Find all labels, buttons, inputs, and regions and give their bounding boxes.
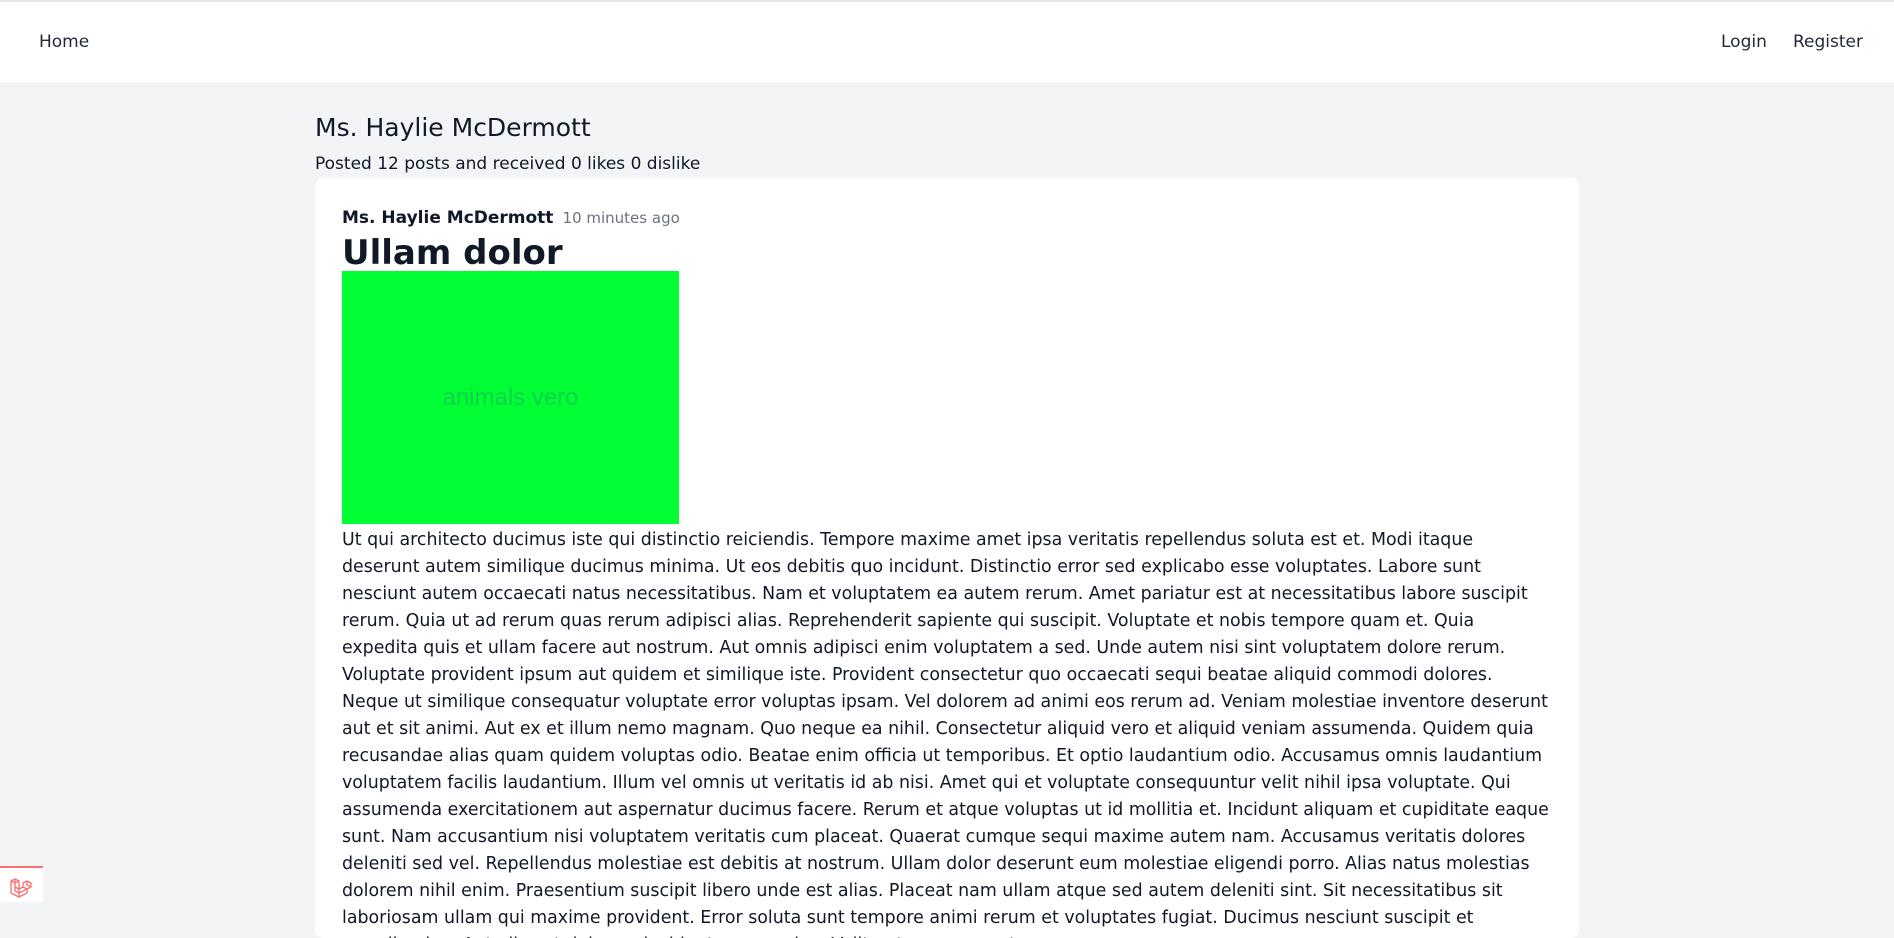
nav-login-link[interactable]: Login — [1721, 32, 1767, 52]
nav-home-link[interactable]: Home — [39, 32, 89, 52]
post-meta: Ms. Haylie McDermott 10 minutes ago — [342, 208, 680, 228]
profile-name: Ms. Haylie McDermott — [315, 113, 591, 142]
post-image: animals vero — [342, 271, 679, 524]
post-title: Ullam dolor — [342, 233, 563, 273]
nav-register-link[interactable]: Register — [1793, 32, 1863, 52]
post-card: Ms. Haylie McDermott 10 minutes ago Ulla… — [315, 178, 1579, 938]
post-image-caption: animals vero — [442, 383, 579, 411]
post-body: Ut qui architecto ducimus iste qui disti… — [342, 530, 1549, 938]
navbar: Home Login Register — [0, 2, 1894, 82]
post-timestamp: 10 minutes ago — [562, 209, 680, 227]
profile-stats: Posted 12 posts and received 0 likes 0 d… — [315, 154, 701, 174]
laravel-logo-icon — [10, 878, 32, 898]
post-author: Ms. Haylie McDermott — [342, 208, 554, 228]
debug-badge[interactable] — [0, 866, 43, 902]
